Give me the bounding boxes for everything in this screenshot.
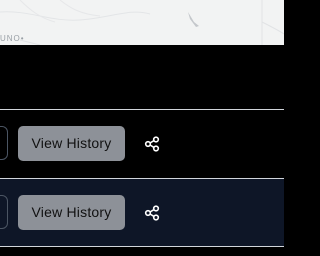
map-view[interactable]: UNO• — [0, 0, 284, 45]
row-control[interactable] — [0, 195, 8, 229]
page: UNO• View History View History — [0, 0, 284, 256]
map-attribution: UNO• — [0, 34, 25, 43]
view-history-button[interactable]: View History — [18, 126, 125, 161]
list-item: View History — [0, 109, 284, 177]
row-divider — [0, 246, 284, 247]
share-icon[interactable] — [144, 205, 160, 221]
list-item: View History — [0, 178, 284, 246]
map-roads — [0, 0, 284, 45]
view-history-button[interactable]: View History — [18, 195, 125, 230]
row-control[interactable] — [0, 126, 8, 160]
share-icon[interactable] — [144, 136, 160, 152]
